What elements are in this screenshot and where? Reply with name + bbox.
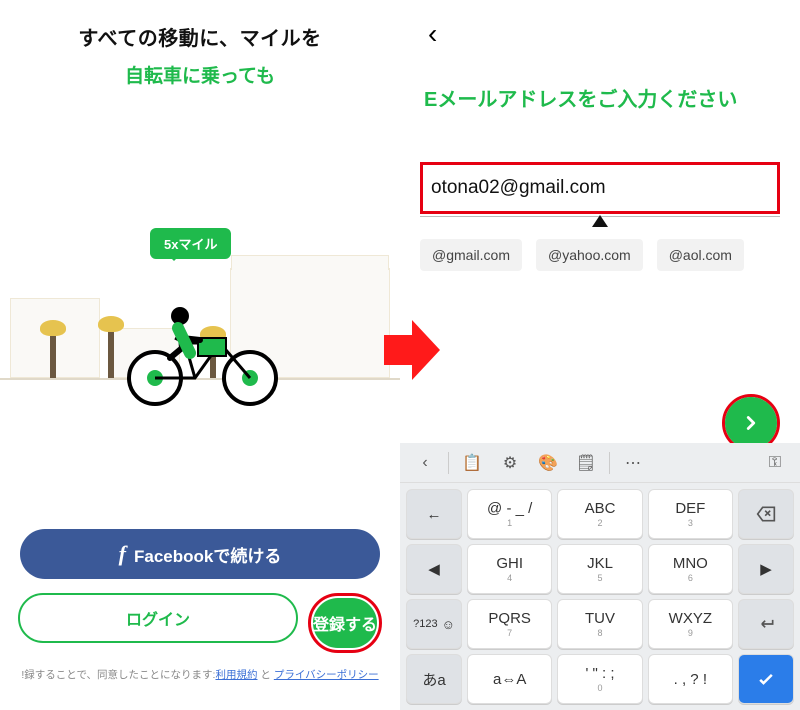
kbd-collapse-button[interactable]: ‹	[408, 449, 442, 477]
back-button[interactable]: ‹	[428, 18, 437, 50]
key-[interactable]	[738, 599, 794, 649]
hero-illustration: 5xマイル	[0, 178, 400, 438]
suggestion-aol[interactable]: @aol.com	[657, 239, 744, 271]
key-[interactable]: @ - _ /1	[467, 489, 552, 539]
keyboard-toolbar: ‹ 📋 ⚙ 🎨 🗒 ⋯ ⚿	[400, 443, 800, 483]
key-tuv[interactable]: TUV8	[557, 599, 642, 649]
facebook-label: Facebookで続ける	[134, 542, 281, 567]
note-icon[interactable]: 🗒	[569, 449, 603, 477]
next-button[interactable]	[725, 397, 777, 449]
flow-arrow-icon	[384, 320, 440, 380]
miles-badge: 5xマイル	[150, 228, 231, 259]
gear-icon[interactable]: ⚙	[493, 449, 527, 477]
facebook-button[interactable]: f Facebookで続ける	[20, 529, 380, 579]
key-jkl[interactable]: JKL5	[557, 544, 642, 594]
key-[interactable]: ◀	[406, 544, 462, 594]
email-prompt: Eメールアドレスをご入力ください	[424, 78, 776, 122]
key-[interactable]: . , ? !	[648, 654, 733, 704]
facebook-icon: f	[119, 541, 126, 567]
hero-subtitle: 自転車に乗っても	[0, 61, 400, 88]
text-caret-icon	[592, 215, 608, 227]
key-def[interactable]: DEF3	[648, 489, 733, 539]
key-[interactable]: ←	[406, 489, 462, 539]
clipboard-icon[interactable]: 📋	[455, 449, 489, 477]
palette-icon[interactable]: 🎨	[531, 449, 565, 477]
domain-suggestions: @gmail.com @yahoo.com @aol.com	[420, 239, 780, 271]
key-ghi[interactable]: GHI4	[467, 544, 552, 594]
register-highlight: 登録する	[308, 593, 382, 653]
key-a[interactable]: あa	[406, 654, 462, 704]
key-[interactable]: ' " : ;0	[557, 654, 642, 704]
key-wxyz[interactable]: WXYZ9	[648, 599, 733, 649]
onboarding-screen: すべての移動に、マイルを 自転車に乗っても 5xマイル f Facebookで続…	[0, 0, 400, 710]
email-field[interactable]	[429, 169, 771, 207]
hero-title: すべての移動に、マイルを	[0, 22, 400, 51]
key-[interactable]	[738, 489, 794, 539]
key-abc[interactable]: ABC2	[557, 489, 642, 539]
email-entry-screen: ‹ Eメールアドレスをご入力ください @gmail.com @yahoo.com…	[400, 0, 800, 710]
cyclist-icon	[120, 298, 290, 408]
terms-link[interactable]: 利用規約	[215, 669, 257, 681]
key-123[interactable]: ?123☺	[406, 599, 462, 649]
suggestion-yahoo[interactable]: @yahoo.com	[536, 239, 643, 271]
key-icon[interactable]: ⚿	[758, 449, 792, 477]
more-icon[interactable]: ⋯	[616, 449, 650, 477]
terms-text: !録することで、同意したことになります:利用規約 と プライバシーポリシー	[0, 667, 400, 682]
register-button[interactable]: 登録する	[313, 598, 377, 648]
suggestion-gmail[interactable]: @gmail.com	[420, 239, 522, 271]
chevron-right-icon	[740, 412, 762, 434]
key-[interactable]: ▶	[738, 544, 794, 594]
key-pqrs[interactable]: PQRS7	[467, 599, 552, 649]
login-button[interactable]: ログイン	[18, 593, 298, 643]
email-input-highlight	[420, 162, 780, 214]
key-aa[interactable]: a⇔A	[467, 654, 552, 704]
soft-keyboard: ‹ 📋 ⚙ 🎨 🗒 ⋯ ⚿ ←@ - _ /1ABC2DEF3 ◀GHI4JKL5…	[400, 443, 800, 710]
privacy-link[interactable]: プライバシーポリシー	[274, 669, 379, 681]
key-mno[interactable]: MNO6	[648, 544, 733, 594]
key-[interactable]	[738, 654, 794, 704]
